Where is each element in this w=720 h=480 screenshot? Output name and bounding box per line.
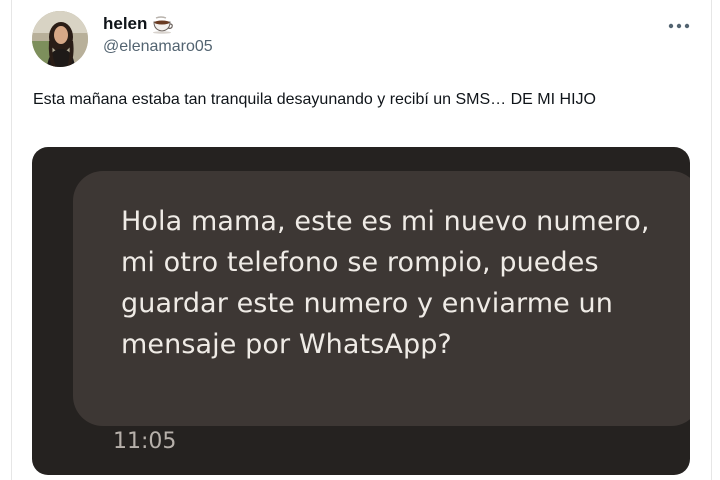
sms-timestamp: 11:05 xyxy=(113,429,177,454)
author-name[interactable]: helen xyxy=(103,14,174,34)
tweet-text: Esta mañana estaba tan tranquila desayun… xyxy=(33,91,596,108)
coffee-cup-icon xyxy=(152,14,174,34)
sms-message-text: Hola mama, este es mi nuevo numero, mi o… xyxy=(121,206,650,360)
sms-message-bubble: Hola mama, este es mi nuevo numero, mi o… xyxy=(73,171,690,426)
profile-photo-avatar xyxy=(32,11,88,67)
right-divider xyxy=(711,0,720,480)
tweet-card: helen @elenamaro05 Esta mañana estaba ta… xyxy=(0,0,720,480)
ellipsis-icon xyxy=(668,23,690,29)
tweet-media-image[interactable]: Hola mama, este es mi nuevo numero, mi o… xyxy=(32,147,690,475)
avatar[interactable] xyxy=(32,11,88,67)
author-name-text[interactable]: helen xyxy=(103,14,147,34)
left-divider xyxy=(0,0,12,480)
author-handle[interactable]: @elenamaro05 xyxy=(103,38,213,56)
more-options-button[interactable] xyxy=(662,14,696,38)
